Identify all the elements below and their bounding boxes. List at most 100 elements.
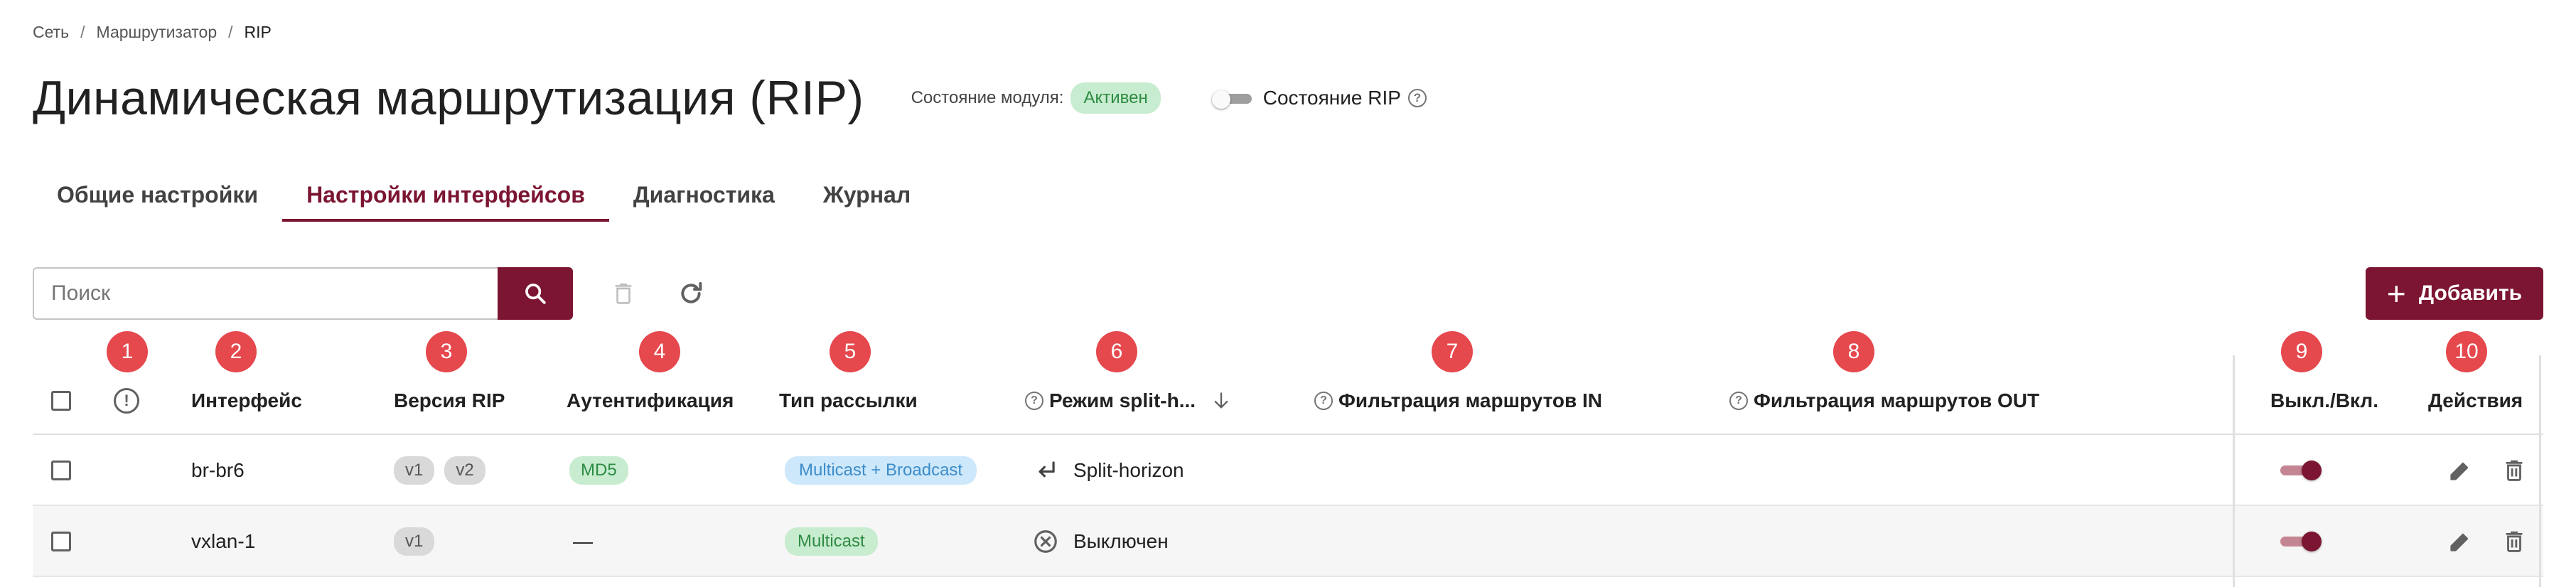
help-icon[interactable]: ? <box>1314 392 1333 410</box>
auth-cell: MD5 <box>569 435 628 506</box>
mailing-cell: Multicast + Broadcast <box>785 435 977 506</box>
toggle-thumb <box>1211 90 1230 109</box>
marker-badge: 3 <box>426 331 467 372</box>
mailing-chip: Multicast + Broadcast <box>785 456 977 485</box>
column-mailing-type[interactable]: Тип рассылки <box>779 367 918 435</box>
search-button[interactable] <box>498 267 573 320</box>
column-actions: Действия <box>2428 389 2523 411</box>
column-enabled: Выкл./Вкл. <box>2270 389 2378 411</box>
rip-version-cell: v1 v2 <box>394 435 495 506</box>
mailing-cell: Multicast <box>785 506 878 577</box>
search-icon <box>525 284 546 304</box>
column-filter-in-label: Фильтрация маршрутов IN <box>1338 389 1603 411</box>
breadcrumb-item-network[interactable]: Сеть <box>33 23 69 42</box>
rip-version-cell: v1 <box>394 506 444 577</box>
refresh-icon <box>681 281 702 303</box>
help-icon[interactable]: ? <box>1025 392 1043 410</box>
toggle-thumb <box>2302 461 2322 480</box>
split-mode-value: Split-horizon <box>1073 459 1184 481</box>
breadcrumb-separator: / <box>228 23 233 41</box>
split-mode-cell: Split-horizon <box>1032 435 1184 506</box>
delete-button[interactable] <box>607 277 640 310</box>
marker-badge: 7 <box>1432 331 1473 372</box>
breadcrumb-separator: / <box>80 23 85 41</box>
column-interface[interactable]: Интерфейс <box>191 367 302 435</box>
trash-icon[interactable] <box>2502 527 2526 556</box>
circle-x-icon <box>1034 530 1057 553</box>
enabled-cell <box>2280 506 2322 577</box>
breadcrumb-item-router[interactable]: Маршрутизатор <box>97 23 218 42</box>
sticky-column-divider <box>2233 355 2235 587</box>
module-state-label: Состояние модуля: <box>911 88 1064 107</box>
search-input[interactable] <box>33 267 499 320</box>
interface-cell: vxlan-1 <box>191 530 256 552</box>
table-right-border <box>2539 355 2541 587</box>
column-filter-out[interactable]: ? Фильтрация маршрутов OUT <box>1729 367 2039 435</box>
tab-diagnostics[interactable]: Диагностика <box>609 168 799 222</box>
table-row[interactable]: vxlan-1 v1 — Multicast Выключен <box>33 506 2543 577</box>
edit-icon[interactable] <box>2447 528 2474 555</box>
add-button[interactable]: + Добавить <box>2366 267 2543 320</box>
refresh-button[interactable] <box>675 277 707 310</box>
breadcrumb-item-rip: RIP <box>244 23 272 41</box>
toggle-thumb <box>2302 532 2322 551</box>
split-mode-cell: Выключен <box>1032 506 1169 577</box>
tab-log[interactable]: Журнал <box>799 168 935 222</box>
row-enable-toggle[interactable] <box>2280 530 2322 553</box>
table-row[interactable]: br-br6 v1 v2 MD5 Multicast + Broadcast S… <box>33 435 2543 506</box>
column-auth[interactable]: Аутентификация <box>567 367 734 435</box>
tab-interface-settings[interactable]: Настройки интерфейсов <box>282 168 609 222</box>
page-title: Динамическая маршрутизация (RIP) <box>33 71 864 125</box>
enabled-cell <box>2280 435 2322 506</box>
trash-icon <box>615 283 632 304</box>
marker-badge: 9 <box>2281 331 2322 372</box>
status-badge: Активен <box>1070 82 1161 114</box>
marker-badge: 1 <box>107 331 148 372</box>
column-rip-version[interactable]: Версия RIP <box>394 367 505 435</box>
marker-badge: 6 <box>1096 331 1137 372</box>
select-all-checkbox[interactable] <box>51 391 71 411</box>
auth-chip: MD5 <box>569 456 628 485</box>
alert-circle-icon: ! <box>114 388 139 414</box>
marker-badge: 5 <box>830 331 871 372</box>
row-select-cell <box>51 435 71 506</box>
marker-badge: 2 <box>215 331 257 372</box>
interface-cell: br-br6 <box>191 459 245 481</box>
actions-cell <box>2447 435 2526 506</box>
column-split-mode-label: Режим split-h... <box>1049 389 1196 411</box>
add-button-label: Добавить <box>2418 281 2523 305</box>
breadcrumb: Сеть / Маршрутизатор / RIP <box>33 23 272 42</box>
column-split-mode[interactable]: ? Режим split-h... <box>1025 367 1231 435</box>
return-arrow-icon <box>1039 461 1055 478</box>
column-filter-out-label: Фильтрация маршрутов OUT <box>1754 389 2040 411</box>
split-mode-value: Выключен <box>1073 530 1169 552</box>
column-filter-in[interactable]: ? Фильтрация маршрутов IN <box>1314 367 1602 435</box>
version-chip: v1 <box>394 456 435 485</box>
row-checkbox[interactable] <box>51 532 71 551</box>
edit-icon[interactable] <box>2447 457 2474 484</box>
plus-icon: + <box>2386 275 2406 312</box>
row-enable-toggle[interactable] <box>2280 459 2322 482</box>
help-icon[interactable]: ? <box>1407 89 1427 107</box>
version-chip: v1 <box>394 527 435 556</box>
row-checkbox[interactable] <box>51 461 71 480</box>
row-select-cell <box>51 506 71 577</box>
marker-badge: 8 <box>1833 331 1874 372</box>
select-all-cell <box>51 367 71 435</box>
rip-state-toggle[interactable] <box>1211 90 1252 109</box>
version-chip: v2 <box>444 456 485 485</box>
table-header: ! Интерфейс Версия RIP Аутентификация Ти… <box>33 367 2543 435</box>
page-header: Динамическая маршрутизация (RIP) Состоян… <box>33 70 1427 126</box>
trash-icon[interactable] <box>2502 456 2526 485</box>
column-status: ! <box>114 367 139 435</box>
toolbar: + Добавить <box>33 267 2543 320</box>
actions-cell <box>2447 506 2526 577</box>
help-icon[interactable]: ? <box>1729 392 1748 410</box>
tab-general-settings[interactable]: Общие настройки <box>33 168 282 222</box>
tab-bar: Общие настройки Настройки интерфейсов Ди… <box>33 168 935 222</box>
sort-arrow-down-icon[interactable] <box>1211 389 1231 413</box>
auth-cell: — <box>573 530 593 552</box>
rip-state-label: Состояние RIP <box>1262 87 1401 109</box>
module-state: Состояние модуля: Активен <box>911 82 1161 114</box>
marker-badge: 4 <box>639 331 680 372</box>
